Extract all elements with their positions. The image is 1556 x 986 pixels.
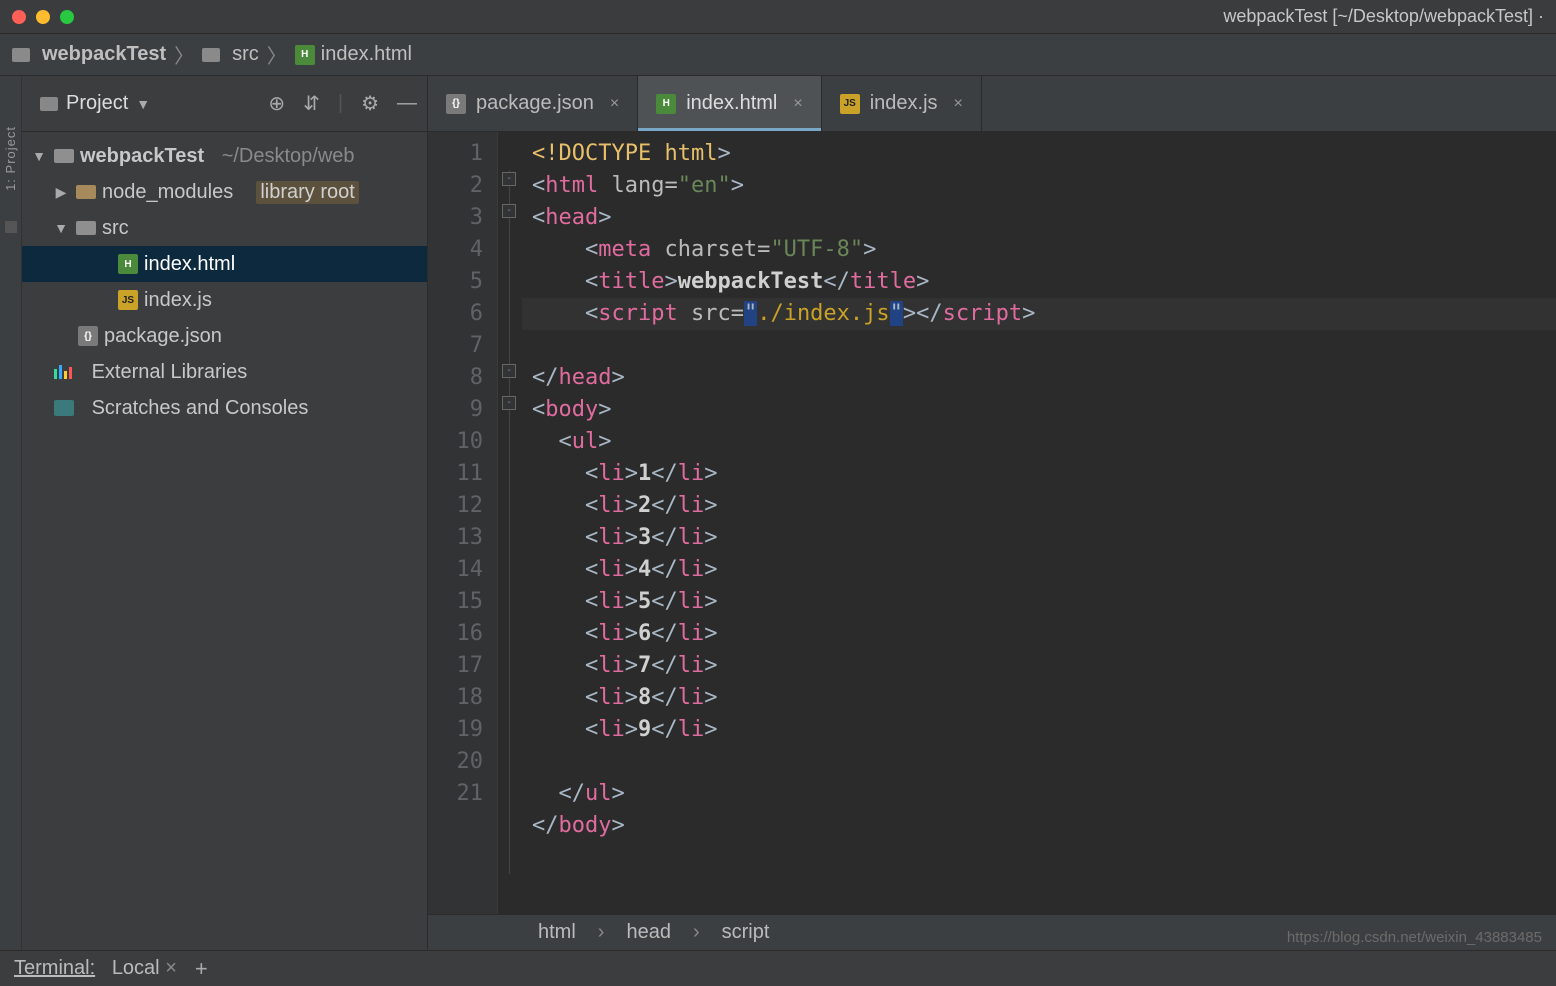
chevron-down-icon: ▼ bbox=[136, 96, 150, 112]
line-number-gutter[interactable]: 123456789101112131415161718192021 bbox=[428, 132, 498, 914]
folder-icon bbox=[76, 185, 96, 199]
html-file-icon: H bbox=[295, 45, 315, 65]
editor-area: {}package.json× Hindex.html× JSindex.js×… bbox=[428, 76, 1556, 950]
close-icon[interactable]: × bbox=[610, 95, 619, 113]
tab-index-js[interactable]: JSindex.js× bbox=[822, 76, 982, 131]
crumb-script[interactable]: script bbox=[722, 921, 770, 944]
folder-icon bbox=[12, 48, 30, 62]
library-icon bbox=[54, 365, 74, 379]
fold-column[interactable]: - - - - bbox=[498, 132, 522, 914]
chevron-right-icon: 〉 bbox=[267, 40, 287, 69]
json-file-icon: {} bbox=[78, 326, 98, 346]
watermark-text: https://blog.csdn.net/weixin_43883485 bbox=[1287, 929, 1542, 946]
project-sidebar: Project ▼ ⊕ ⇵ | ⚙ — ▼webpackTest ~/Deskt… bbox=[22, 76, 428, 950]
folder-icon bbox=[202, 48, 220, 62]
gear-icon[interactable]: ⚙ bbox=[361, 91, 379, 116]
project-tool-tab[interactable]: 1: Project bbox=[3, 126, 18, 191]
tab-package-json[interactable]: {}package.json× bbox=[428, 76, 638, 131]
crumb-head[interactable]: head bbox=[626, 921, 671, 944]
tree-src[interactable]: ▼src bbox=[22, 210, 427, 246]
hide-panel-icon[interactable]: — bbox=[397, 92, 417, 115]
close-window-icon[interactable] bbox=[12, 10, 26, 24]
maximize-window-icon[interactable] bbox=[60, 10, 74, 24]
chevron-right-icon: 〉 bbox=[174, 40, 194, 69]
html-file-icon: H bbox=[118, 254, 138, 274]
html-file-icon: H bbox=[656, 94, 676, 114]
project-panel-header: Project ▼ ⊕ ⇵ | ⚙ — bbox=[22, 76, 427, 132]
tab-index-html[interactable]: Hindex.html× bbox=[638, 76, 822, 131]
editor-tabs: {}package.json× Hindex.html× JSindex.js× bbox=[428, 76, 1556, 132]
code-editor[interactable]: <!DOCTYPE html> <html lang="en"> <head> … bbox=[522, 132, 1556, 914]
close-icon[interactable]: × bbox=[954, 95, 963, 113]
close-icon[interactable]: × bbox=[793, 95, 802, 113]
tree-root[interactable]: ▼webpackTest ~/Desktop/web bbox=[22, 138, 427, 174]
project-tree: ▼webpackTest ~/Desktop/web ▶node_modules… bbox=[22, 132, 427, 426]
tree-file-index-html[interactable]: Hindex.html bbox=[22, 246, 427, 282]
minimize-window-icon[interactable] bbox=[36, 10, 50, 24]
title-bar: webpackTest [~/Desktop/webpackTest] · bbox=[0, 0, 1556, 34]
js-file-icon: JS bbox=[840, 94, 860, 114]
tree-scratches[interactable]: Scratches and Consoles bbox=[22, 390, 427, 426]
locate-icon[interactable]: ⊕ bbox=[268, 91, 285, 116]
project-panel-label: Project bbox=[66, 92, 128, 115]
breadcrumb-bar: webpackTest 〉 src 〉 Hindex.html bbox=[0, 34, 1556, 76]
js-file-icon: JS bbox=[118, 290, 138, 310]
collapse-all-icon[interactable]: ⇵ bbox=[303, 91, 320, 116]
close-icon[interactable]: × bbox=[165, 957, 177, 980]
add-terminal-icon[interactable]: + bbox=[195, 956, 208, 982]
terminal-session[interactable]: Local bbox=[112, 957, 160, 980]
folder-icon bbox=[40, 97, 58, 111]
tree-node-modules[interactable]: ▶node_modules library root bbox=[22, 174, 427, 210]
terminal-label[interactable]: Terminal: bbox=[14, 957, 95, 980]
tool-window-stripe[interactable]: 1: Project bbox=[0, 76, 22, 950]
window-title: webpackTest [~/Desktop/webpackTest] · bbox=[1223, 6, 1544, 27]
breadcrumb-file[interactable]: Hindex.html bbox=[295, 43, 412, 66]
folder-icon bbox=[76, 221, 96, 235]
status-bar: Terminal: Local × + bbox=[0, 950, 1556, 986]
crumb-html[interactable]: html bbox=[538, 921, 576, 944]
project-view-selector[interactable]: Project ▼ bbox=[32, 88, 158, 119]
scratches-icon bbox=[54, 400, 74, 416]
tree-file-package-json[interactable]: {}package.json bbox=[22, 318, 427, 354]
tree-external-libraries[interactable]: External Libraries bbox=[22, 354, 427, 390]
json-file-icon: {} bbox=[446, 94, 466, 114]
window-controls bbox=[12, 10, 74, 24]
tree-file-index-js[interactable]: JSindex.js bbox=[22, 282, 427, 318]
folder-icon bbox=[54, 149, 74, 163]
structure-tool-icon[interactable] bbox=[5, 221, 17, 233]
breadcrumb-root[interactable]: webpackTest bbox=[12, 43, 166, 66]
breadcrumb-folder[interactable]: src bbox=[202, 43, 259, 66]
